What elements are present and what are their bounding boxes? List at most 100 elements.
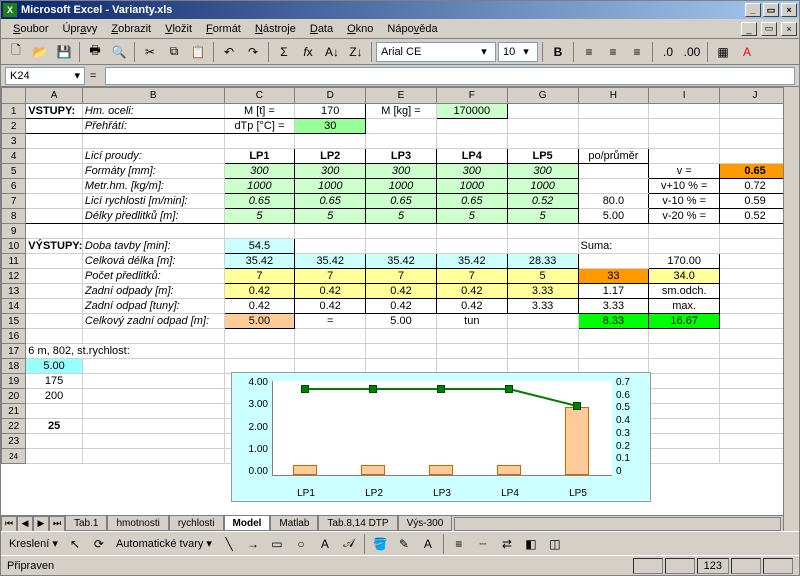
arrow-style-button[interactable]: ⇄ [496,533,518,555]
cell[interactable] [26,164,83,179]
arrow-tool[interactable]: → [242,533,264,555]
cell[interactable] [82,419,224,434]
cell[interactable] [295,239,366,254]
cell[interactable] [720,119,791,134]
row-header[interactable]: 11 [2,254,26,269]
cell[interactable] [26,194,83,209]
cell[interactable] [649,434,720,449]
col-header[interactable]: H [578,88,649,104]
mdi-close[interactable]: × [781,22,797,36]
cell[interactable] [649,389,720,404]
cell[interactable]: 5.00 [26,359,83,374]
col-header[interactable]: I [649,88,720,104]
row-header[interactable]: 13 [2,284,26,299]
cell[interactable] [507,134,578,149]
cell[interactable] [82,374,224,389]
cell[interactable] [366,344,437,359]
sheet-tab[interactable]: Matlab [270,516,318,531]
cell[interactable]: 0.42 [366,284,437,299]
cell[interactable] [507,119,578,134]
align-left-button[interactable]: ≡ [578,41,600,63]
cell[interactable] [578,134,649,149]
cell[interactable] [507,224,578,239]
cell[interactable] [649,359,720,374]
cell[interactable] [720,359,791,374]
menu-nastroje[interactable]: Nástroje [249,21,302,37]
cell[interactable] [26,134,83,149]
cell[interactable] [720,419,791,434]
drawing-menu[interactable]: Kreslení ▾ [5,537,62,550]
cell[interactable] [649,449,720,464]
row-header[interactable]: 15 [2,314,26,329]
cell[interactable] [649,419,720,434]
oval-tool[interactable]: ○ [290,533,312,555]
cell[interactable]: Zadní odpad [tuny]: [82,299,224,314]
cell[interactable]: 300 [366,164,437,179]
cut-button[interactable]: ✂ [139,41,161,63]
cell[interactable]: 5 [224,209,295,224]
cell[interactable]: 1000 [366,179,437,194]
cell[interactable] [26,329,83,344]
name-box[interactable]: K24 ▾ [5,67,85,85]
line-style-button[interactable]: ≡ [448,533,470,555]
embedded-chart[interactable]: 4.003.002.001.000.00 0.70.60.50.40.30.20… [231,372,651,502]
sheet-tab[interactable]: Tab.8,14 DTP [318,516,397,531]
cell[interactable]: VSTUPY: [26,104,83,119]
row-header[interactable]: 8 [2,209,26,224]
row-header[interactable]: 9 [2,224,26,239]
cell[interactable] [507,314,578,329]
sort-desc-button[interactable]: Z↓ [345,41,367,63]
mdi-minimize[interactable]: _ [741,22,757,36]
col-header[interactable]: E [366,88,437,104]
cell[interactable] [82,224,224,239]
cell[interactable]: Počet předlitků: [82,269,224,284]
cell[interactable]: 0.42 [436,299,507,314]
col-header[interactable]: F [436,88,507,104]
row-header[interactable]: 6 [2,179,26,194]
cell[interactable] [26,269,83,284]
cell[interactable] [436,344,507,359]
cell[interactable] [578,344,649,359]
textbox-tool[interactable]: A [314,533,336,555]
new-button[interactable]: 🗋 [5,41,27,63]
cell[interactable]: 5 [295,209,366,224]
print-button[interactable]: 🖶 [84,41,106,63]
cell[interactable]: 0.72 [720,179,791,194]
cell[interactable] [720,284,791,299]
cell[interactable] [26,284,83,299]
cell[interactable]: v-20 % = [649,209,720,224]
mdi-restore[interactable]: ▭ [761,22,777,36]
cell[interactable] [507,344,578,359]
cell[interactable] [26,314,83,329]
cell[interactable] [82,434,224,449]
cell[interactable]: 7 [366,269,437,284]
cell[interactable]: 30 [295,119,366,134]
cell[interactable] [366,239,437,254]
tab-prev-button[interactable]: ◀ [17,516,33,532]
cell[interactable]: po/průměr [578,149,649,164]
cell[interactable]: Délky předlitků [m]: [82,209,224,224]
cell[interactable]: 300 [224,164,295,179]
cell[interactable] [578,104,649,119]
cell[interactable] [224,134,295,149]
cell[interactable] [26,209,83,224]
cell[interactable]: Celková délka [m]: [82,254,224,269]
cell[interactable]: sm.odch. [649,284,720,299]
cell[interactable]: 7 [224,269,295,284]
cell[interactable] [649,119,720,134]
tab-last-button[interactable]: ⏭ [49,516,65,532]
formula-input[interactable] [105,67,795,85]
cell[interactable] [295,134,366,149]
cell[interactable] [649,344,720,359]
row-header[interactable]: 2 [2,119,26,134]
cell[interactable]: LP5 [507,149,578,164]
cell[interactable] [507,329,578,344]
cell[interactable] [436,119,507,134]
row-header[interactable]: 24 [2,449,26,464]
cell[interactable]: Suma: [578,239,649,254]
font-color-button[interactable]: A [736,41,758,63]
cell[interactable] [436,239,507,254]
row-header[interactable]: 16 [2,329,26,344]
col-header[interactable]: A [26,88,83,104]
cell[interactable] [720,254,791,269]
